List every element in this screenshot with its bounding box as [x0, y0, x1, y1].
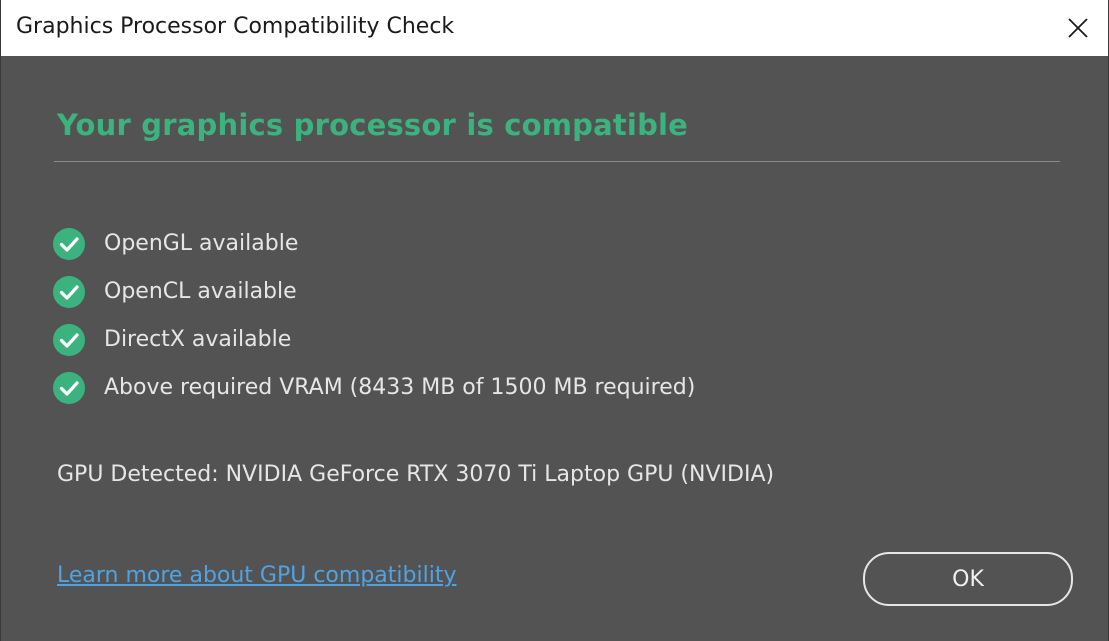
check-circle-icon	[53, 372, 85, 404]
title-bar: Graphics Processor Compatibility Check	[1, 0, 1108, 56]
ok-button[interactable]: OK	[863, 552, 1073, 606]
check-circle-icon	[53, 228, 85, 260]
compatibility-heading: Your graphics processor is compatible	[57, 108, 689, 142]
check-label: Above required VRAM (8433 MB of 1500 MB …	[104, 375, 696, 400]
check-item-vram: Above required VRAM (8433 MB of 1500 MB …	[53, 372, 695, 420]
window-title: Graphics Processor Compatibility Check	[16, 14, 455, 39]
check-label: OpenCL available	[104, 279, 297, 304]
learn-more-link[interactable]: Learn more about GPU compatibility	[57, 563, 456, 588]
check-circle-icon	[53, 324, 85, 356]
divider	[54, 161, 1060, 162]
check-circle-icon	[53, 276, 85, 308]
check-list: OpenGL available OpenCL available Direct…	[53, 228, 695, 420]
check-label: DirectX available	[104, 327, 292, 352]
dialog-content: Your graphics processor is compatible Op…	[1, 56, 1108, 641]
check-label: OpenGL available	[104, 231, 299, 256]
check-item-directx: DirectX available	[53, 324, 695, 372]
close-button[interactable]	[1058, 8, 1098, 48]
compatibility-dialog: Graphics Processor Compatibility Check Y…	[0, 0, 1109, 641]
check-item-opencl: OpenCL available	[53, 276, 695, 324]
check-item-opengl: OpenGL available	[53, 228, 695, 276]
gpu-detected-text: GPU Detected: NVIDIA GeForce RTX 3070 Ti…	[57, 462, 775, 487]
close-icon	[1068, 18, 1088, 38]
